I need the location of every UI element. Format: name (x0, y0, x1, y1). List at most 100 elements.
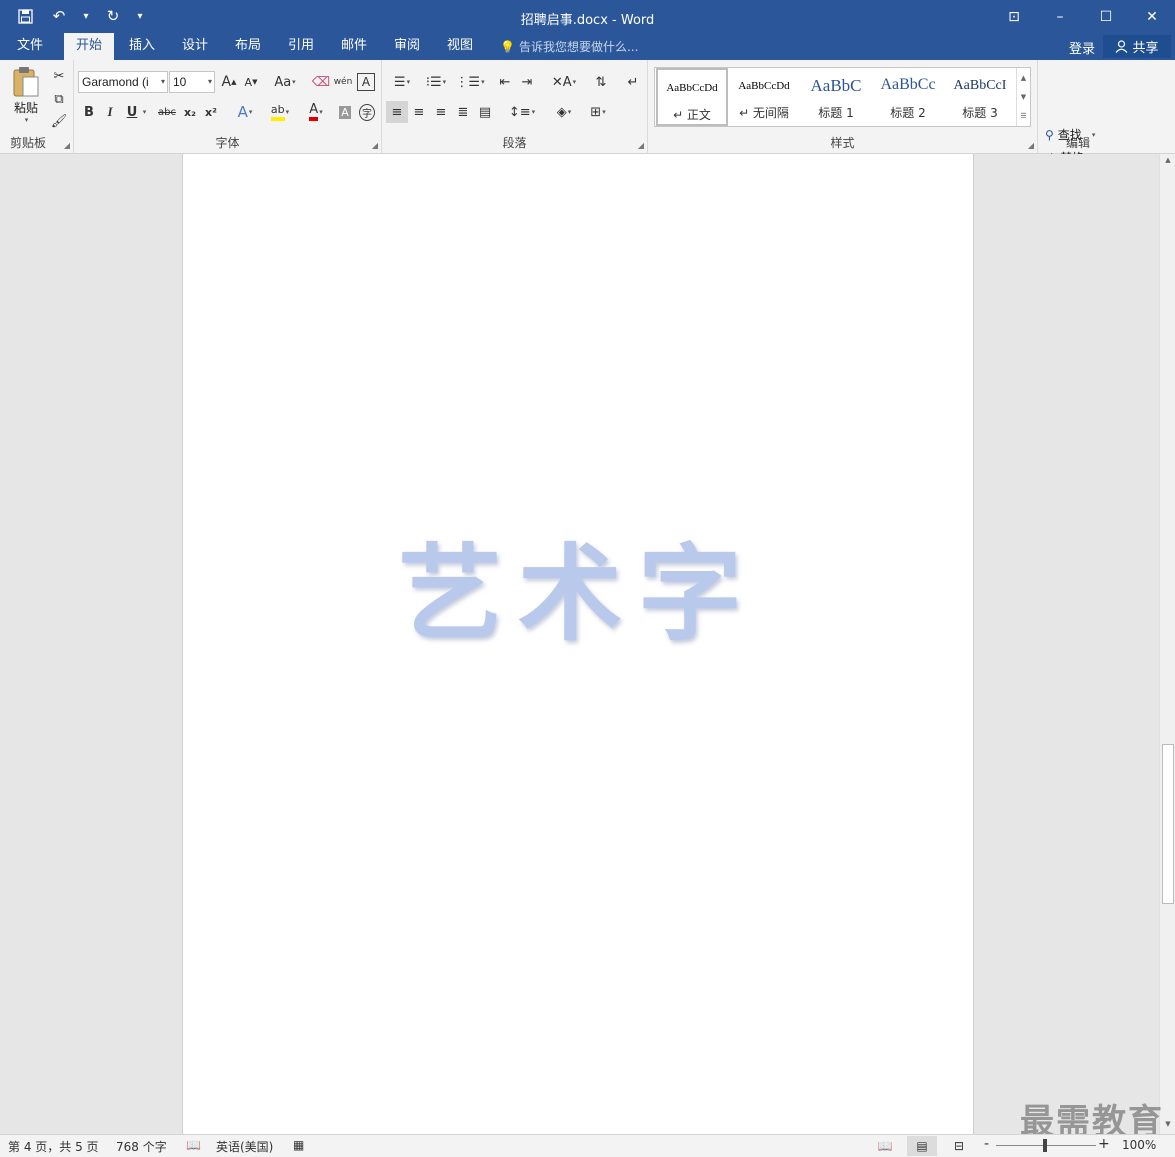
strikethrough-button[interactable]: abc (156, 101, 178, 123)
text-effects-button[interactable]: A ▾ (230, 101, 260, 123)
copy-icon[interactable]: ⧉ (48, 88, 70, 110)
tab-layout[interactable]: 布局 (224, 33, 272, 60)
styles-group-label: 样式 (830, 136, 855, 150)
show-marks-button[interactable]: ↵ (622, 71, 644, 93)
font-launcher-icon[interactable]: ◢ (372, 141, 378, 150)
style-heading-2[interactable]: AaBbCc 标题 2 (872, 68, 944, 126)
wordart-text[interactable]: 艺术字 (398, 509, 758, 660)
word-count[interactable]: 768 个字 (116, 1138, 167, 1155)
style-heading-3[interactable]: AaBbCcI 标题 3 (944, 68, 1016, 126)
status-bar: 第 4 页，共 5 页 768 个字 📖 英语(美国) ▦ 📖 ▤ ⊟ - + … (0, 1134, 1175, 1157)
document-page[interactable]: 艺术字 (182, 154, 974, 1134)
cut-icon[interactable]: ✂ (48, 65, 70, 87)
lightbulb-icon: 💡 (500, 39, 515, 54)
numbering-button[interactable]: ⁝☰ ▾ (420, 71, 452, 93)
gallery-up-icon[interactable]: ▲ (1017, 68, 1030, 87)
clipboard-launcher-icon[interactable]: ◢ (64, 141, 70, 150)
align-center-button[interactable]: ≡ (408, 101, 430, 123)
proofing-icon[interactable]: 📖 (186, 1138, 201, 1152)
tab-references[interactable]: 引用 (277, 33, 325, 60)
grow-font-button[interactable]: A ▲ (218, 71, 240, 93)
align-left-button[interactable]: ≡ (386, 101, 408, 123)
underline-dropdown-icon[interactable]: ▾ (138, 101, 150, 123)
clear-formatting-icon[interactable]: ⌫ (310, 71, 332, 93)
tab-home[interactable]: 开始 (64, 33, 114, 60)
tab-review[interactable]: 审阅 (383, 33, 431, 60)
search-icon: ⚲ (1045, 127, 1054, 142)
phonetic-guide-button[interactable]: wén (332, 71, 354, 93)
page-count[interactable]: 第 4 页，共 5 页 (8, 1138, 99, 1155)
line-spacing-button[interactable]: ↕≡ ▾ (506, 101, 538, 123)
borders-button[interactable]: ⊞ ▾ (582, 101, 614, 123)
gallery-down-icon[interactable]: ▼ (1017, 87, 1030, 106)
tell-me-box[interactable]: 💡 告诉我您想要做什么... (500, 38, 638, 55)
character-border-button[interactable]: A (357, 73, 375, 91)
zoom-slider-thumb[interactable] (1043, 1139, 1047, 1152)
font-group-label: 字体 (215, 136, 240, 150)
zoom-in-button[interactable]: + (1098, 1136, 1110, 1152)
chinese-layout-button[interactable]: ✕A ▾ (548, 71, 580, 93)
tell-me-placeholder: 告诉我您想要做什么... (518, 40, 639, 54)
maximize-button[interactable]: ☐ (1083, 0, 1129, 33)
paste-button[interactable]: 粘贴 ▾ (8, 66, 44, 128)
font-size-combobox[interactable]: 10 ▾ (169, 71, 215, 93)
styles-gallery: AaBbCcDd ↵ 正文 AaBbCcDd ↵ 无间隔 AaBbC 标题 1 … (654, 67, 1031, 127)
style-heading-1[interactable]: AaBbC 标题 1 (800, 68, 872, 126)
tab-mailings[interactable]: 邮件 (330, 33, 378, 60)
bold-button[interactable]: B (78, 101, 100, 123)
tab-design[interactable]: 设计 (171, 33, 219, 60)
share-button[interactable]: 共享 (1103, 35, 1171, 58)
scroll-up-icon[interactable]: ▲ (1162, 156, 1174, 168)
close-button[interactable]: ✕ (1129, 0, 1175, 33)
scroll-thumb[interactable] (1162, 744, 1174, 904)
highlight-color-button[interactable]: ab ▾ (264, 101, 296, 123)
find-button[interactable]: ⚲ 查找 ▾ (1045, 126, 1095, 143)
shrink-font-button[interactable]: A ▼ (240, 71, 262, 93)
paste-dropdown-icon: ▾ (24, 116, 29, 124)
login-link[interactable]: 登录 (1069, 38, 1095, 57)
font-color-button[interactable]: A ▾ (300, 101, 332, 123)
document-area: 艺术字 (0, 154, 1159, 1134)
distributed-button[interactable]: ▤ (474, 101, 496, 123)
shading-button[interactable]: ◈ ▾ (548, 101, 580, 123)
character-shading-button[interactable]: A (334, 101, 356, 123)
bullets-button[interactable]: ☰ ▾ (386, 71, 418, 93)
justify-button[interactable]: ≣ (452, 101, 474, 123)
tab-insert[interactable]: 插入 (118, 33, 166, 60)
zoom-out-button[interactable]: - (984, 1136, 989, 1152)
styles-launcher-icon[interactable]: ◢ (1028, 141, 1034, 150)
change-case-button[interactable]: Aa ▾ (270, 71, 300, 93)
superscript-button[interactable]: x² (200, 101, 222, 123)
paste-icon (13, 67, 39, 97)
vertical-scrollbar[interactable]: ▲ ▼ (1159, 154, 1175, 1134)
minimize-button[interactable]: – (1037, 0, 1083, 33)
language-indicator[interactable]: 英语(美国) (216, 1138, 273, 1155)
subscript-button[interactable]: x₂ (179, 101, 201, 123)
clipboard-group: 粘贴 ▾ ✂ ⧉ 🖌 剪贴板 ◢ (0, 60, 74, 154)
gallery-more-icon[interactable]: ☰ (1017, 106, 1030, 125)
italic-button[interactable]: I (99, 101, 121, 123)
sort-button[interactable]: ⇅ (590, 71, 612, 93)
paragraph-group-label: 段落 (502, 136, 527, 150)
styles-gallery-scroll: ▲ ▼ ☰ (1016, 68, 1030, 126)
highlighter-icon: ab (270, 103, 285, 121)
multilevel-list-button[interactable]: ⋮☰ ▾ (454, 71, 486, 93)
zoom-level[interactable]: 100% (1122, 1138, 1156, 1152)
align-right-button[interactable]: ≡ (430, 101, 452, 123)
format-painter-icon[interactable]: 🖌 (48, 110, 70, 132)
tab-file[interactable]: 文件 (6, 33, 54, 60)
print-layout-icon[interactable]: ▤ (907, 1136, 937, 1156)
increase-indent-button[interactable]: ⇥ (516, 71, 538, 93)
style-normal[interactable]: AaBbCcDd ↵ 正文 (656, 68, 728, 126)
ribbon-display-options-icon[interactable]: ⊡ (991, 0, 1037, 33)
style-no-spacing[interactable]: AaBbCcDd ↵ 无间隔 (728, 68, 800, 126)
decrease-indent-button[interactable]: ⇤ (494, 71, 516, 93)
ribbon: 粘贴 ▾ ✂ ⧉ 🖌 剪贴板 ◢ Garamond (i ▾ 10 ▾ A ▲ A ▼ … (0, 60, 1175, 210)
tab-view[interactable]: 视图 (436, 33, 484, 60)
web-layout-icon[interactable]: ⊟ (944, 1136, 974, 1156)
enclose-characters-button[interactable]: 字 (356, 101, 378, 123)
paragraph-launcher-icon[interactable]: ◢ (638, 141, 644, 150)
macro-record-icon[interactable]: ▦ (293, 1138, 304, 1152)
read-mode-icon[interactable]: 📖 (870, 1136, 900, 1156)
font-name-combobox[interactable]: Garamond (i ▾ (78, 71, 168, 93)
